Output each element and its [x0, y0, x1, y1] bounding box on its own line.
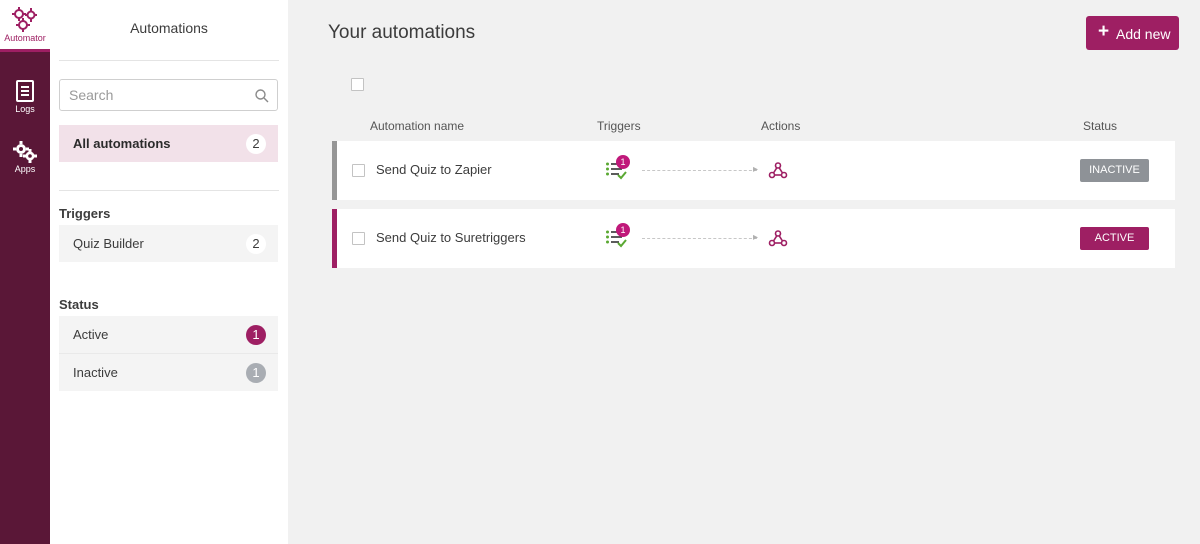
triggers-heading: Triggers: [59, 206, 111, 221]
column-header-actions: Actions: [761, 119, 801, 133]
flow-connector: [642, 170, 757, 171]
sidebar-divider: [59, 60, 279, 61]
column-header-status: Status: [1083, 119, 1118, 133]
search-icon[interactable]: [255, 89, 269, 103]
filter-status-label: Active: [73, 327, 109, 342]
filter-status-label: Inactive: [73, 365, 118, 380]
document-icon: [16, 80, 34, 102]
nav-apps-label: Apps: [14, 164, 36, 174]
brand-automator[interactable]: Automator: [0, 0, 50, 52]
webhook-icon: [768, 230, 788, 247]
nav-apps[interactable]: Apps: [0, 136, 50, 186]
trigger-count-badge: 1: [616, 155, 630, 169]
brand-label: Automator: [4, 33, 46, 43]
automations-sidebar: Automations All automations 2 Triggers Q…: [50, 0, 288, 544]
filter-status-active[interactable]: Active 1: [59, 316, 278, 353]
automation-row[interactable]: Send Quiz to Suretriggers 1 ▸ ACTIVE: [332, 209, 1175, 268]
search-input[interactable]: [60, 80, 245, 110]
webhook-icon: [768, 162, 788, 179]
plus-icon: +: [1098, 21, 1110, 42]
status-heading: Status: [59, 297, 99, 312]
filter-all-automations[interactable]: All automations 2: [59, 125, 278, 162]
filter-trigger-count: 2: [246, 234, 266, 254]
status-badge[interactable]: INACTIVE: [1080, 159, 1149, 182]
flow-connector: [642, 238, 757, 239]
row-checkbox[interactable]: [352, 164, 365, 177]
filter-status-count: 1: [246, 325, 266, 345]
add-new-label: Add new: [1116, 26, 1171, 42]
filter-status-count: 1: [246, 363, 266, 383]
filter-all-count: 2: [246, 134, 266, 154]
trigger-quiz-icon: 1: [605, 221, 635, 251]
trigger-quiz-icon: 1: [605, 153, 635, 183]
gears-logo-icon: [12, 7, 37, 32]
gears-icon: [13, 141, 37, 163]
automation-name[interactable]: Send Quiz to Suretriggers: [376, 230, 526, 245]
row-checkbox[interactable]: [352, 232, 365, 245]
nav-logs-label: Logs: [15, 104, 35, 114]
page-title: Your automations: [328, 22, 476, 43]
filter-trigger-label: Quiz Builder: [73, 236, 144, 251]
select-all-checkbox[interactable]: [351, 78, 364, 91]
add-new-button[interactable]: + Add new: [1086, 16, 1179, 50]
filter-status-inactive[interactable]: Inactive 1: [59, 354, 278, 391]
arrow-right-icon: ▸: [753, 164, 759, 175]
filter-trigger-quiz-builder[interactable]: Quiz Builder 2: [59, 225, 278, 262]
automation-name[interactable]: Send Quiz to Zapier: [376, 162, 492, 177]
nav-logs[interactable]: Logs: [0, 76, 50, 126]
status-badge[interactable]: ACTIVE: [1080, 227, 1149, 250]
app-rail: Automator Logs Apps: [0, 0, 50, 544]
automation-row[interactable]: Send Quiz to Zapier 1 ▸ INACTIVE: [332, 141, 1175, 200]
column-header-triggers: Triggers: [597, 119, 641, 133]
trigger-count-badge: 1: [616, 223, 630, 237]
sidebar-title: Automations: [130, 20, 208, 36]
arrow-right-icon: ▸: [753, 232, 759, 243]
search-box: [59, 79, 278, 111]
filter-all-label: All automations: [73, 136, 171, 151]
column-header-name[interactable]: Automation name: [370, 119, 464, 133]
sidebar-divider: [59, 190, 279, 191]
